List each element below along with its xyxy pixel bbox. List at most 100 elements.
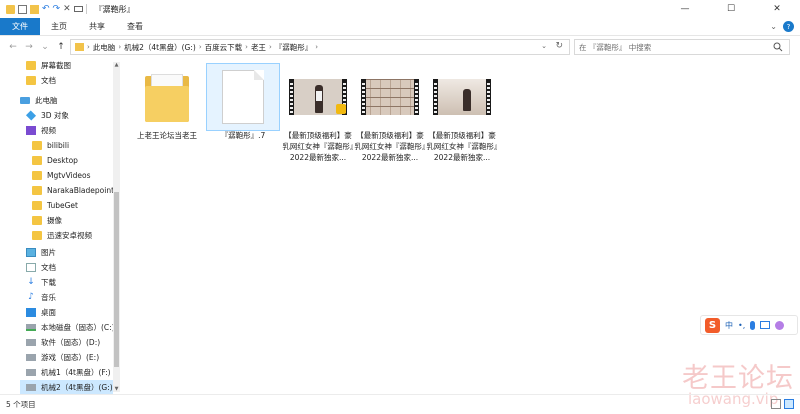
ribbon-collapse-icon[interactable]: ⌄ (770, 22, 777, 31)
microphone-icon[interactable] (750, 320, 756, 330)
title-bar: ↶ ↷ ✕ 『潺鞄彤』 — ☐ ✕ (0, 0, 800, 18)
scrollbar-thumb[interactable] (114, 192, 119, 367)
sidebar-item-bilibili[interactable]: bilibili (32, 138, 69, 153)
sidebar-item-videos[interactable]: 视频 (26, 123, 56, 138)
scroll-up-icon[interactable]: ▲ (113, 62, 120, 68)
file-name: 【最新顶级福利】豪乳网红女神『潺鞄彤』2022最新独家... (426, 131, 498, 162)
3d-objects-icon (25, 110, 37, 121)
status-bar: 5 个项目 (0, 394, 800, 414)
drive-icon (26, 339, 36, 346)
folder-thumbnail (131, 64, 203, 130)
drive-icon (26, 324, 36, 331)
view-switcher (771, 399, 794, 409)
sidebar-item-narakabladepoint[interactable]: NarakaBladepoint (32, 183, 114, 198)
sidebar-item-desktop-folder[interactable]: Desktop (32, 153, 78, 168)
help-icon[interactable]: ? (783, 21, 794, 32)
sidebar-item-drive-g[interactable]: 机械2（4t黑盘）(G:) (20, 380, 113, 394)
sidebar-item-downloads[interactable]: ↓ 下载 (26, 275, 56, 290)
sidebar-item-3d-objects[interactable]: 3D 对象 (25, 108, 69, 123)
breadcrumb-separator[interactable]: › (269, 43, 272, 51)
details-view-icon[interactable] (771, 399, 781, 409)
recent-locations-icon[interactable]: ⌄ (38, 42, 52, 52)
rename-icon[interactable] (73, 6, 83, 12)
breadcrumb-separator[interactable]: › (245, 43, 248, 51)
drive-icon (26, 384, 36, 391)
sidebar-item-label: 此电脑 (35, 96, 58, 105)
sidebar-item-label: 下载 (41, 278, 56, 287)
tab-file[interactable]: 文件 (0, 18, 40, 35)
search-box[interactable]: 在 『潺鞄彤』 中搜索 (574, 39, 790, 55)
computer-icon (20, 97, 30, 104)
sidebar-item-drive-e[interactable]: 游戏（固态）(E:) (26, 350, 99, 365)
sidebar-item-label: 游戏（固态）(E:) (41, 353, 100, 362)
address-bar[interactable]: › 此电脑 › 机械2（4t黑盘）(G:) › 百度云下载 › 老王 › 『潺鞄… (70, 39, 570, 55)
sidebar-item-drive-c[interactable]: 本地磁盘（固态）(C:) (26, 320, 115, 335)
sidebar-item-desktop[interactable]: 桌面 (26, 305, 56, 320)
properties-icon[interactable] (18, 4, 27, 14)
breadcrumb-separator[interactable]: › (199, 43, 202, 51)
back-button[interactable]: ← (6, 42, 20, 52)
sidebar-item-camera[interactable]: 摄像 (32, 213, 62, 228)
up-button[interactable]: ↑ (54, 42, 68, 52)
separator (85, 4, 87, 14)
breadcrumb-baidu-download[interactable]: 百度云下载 (205, 42, 243, 53)
folder-icon (32, 156, 42, 165)
breadcrumb-drive-g[interactable]: 机械2（4t黑盘）(G:) (124, 42, 196, 53)
sidebar-item-mgtvvideos[interactable]: MgtvVideos (32, 168, 91, 183)
folder-icon (32, 216, 42, 225)
sidebar-item-label: 机械1（4t黑盘）(F:) (41, 368, 111, 377)
delete-icon[interactable]: ✕ (63, 4, 71, 14)
sidebar-item-documents[interactable]: 文档 (26, 260, 56, 275)
file-thumbnail (206, 63, 280, 131)
maximize-button[interactable]: ☐ (708, 0, 754, 18)
ribbon-right: ⌄ ? (770, 21, 794, 32)
sidebar-item-android-videos[interactable]: 迅速安卓视频 (32, 228, 92, 243)
address-dropdown-icon[interactable]: ⌄ (541, 42, 547, 50)
tab-view[interactable]: 查看 (116, 18, 154, 35)
tab-share[interactable]: 共享 (78, 18, 116, 35)
search-input[interactable]: 在 『潺鞄彤』 中搜索 (579, 42, 651, 53)
documents-icon (26, 263, 36, 272)
sidebar-item-documents-pinned[interactable]: 文档 (26, 73, 56, 88)
skin-icon[interactable] (775, 320, 785, 330)
sidebar-scrollbar[interactable]: ▲ ▼ (113, 62, 120, 392)
sidebar-item-pictures[interactable]: 图片 (26, 245, 56, 260)
music-icon: ♪ (28, 292, 34, 302)
search-icon (773, 42, 783, 52)
sidebar-item-drive-f[interactable]: 机械1（4t黑盘）(F:) (26, 365, 111, 380)
quick-access-toolbar: ↶ ↷ ✕ (0, 4, 87, 14)
minimize-button[interactable]: — (662, 0, 708, 18)
redo-icon[interactable]: ↷ (53, 4, 61, 14)
new-folder-icon[interactable] (30, 4, 39, 14)
tab-home[interactable]: 主页 (40, 18, 78, 35)
sidebar-item-this-pc[interactable]: 此电脑 (20, 93, 58, 108)
sidebar-item-music[interactable]: ♪ 音乐 (26, 290, 56, 305)
undo-icon[interactable]: ↶ (42, 4, 50, 14)
folder-icon (32, 141, 42, 150)
blank-file-icon (222, 70, 264, 124)
sogou-logo-icon[interactable]: S (705, 317, 720, 333)
folder-icon (32, 201, 42, 210)
refresh-icon[interactable]: ↻ (555, 41, 563, 51)
sidebar-item-label: 屏幕截图 (41, 61, 71, 70)
folder-icon (32, 171, 42, 180)
folder-icon (26, 61, 36, 70)
sidebar-item-tubeget[interactable]: TubeGet (32, 198, 78, 213)
breadcrumb-this-pc[interactable]: 此电脑 (93, 42, 116, 53)
breadcrumb-separator[interactable]: › (315, 43, 318, 51)
sidebar-item-label: 迅速安卓视频 (47, 231, 92, 240)
scroll-down-icon[interactable]: ▼ (113, 386, 120, 392)
large-icons-view-icon[interactable] (784, 399, 794, 409)
ime-toolbar[interactable]: S 中 •, (700, 315, 798, 335)
sidebar-item-screenshots[interactable]: 屏幕截图 (26, 58, 71, 73)
ime-language-toggle[interactable]: 中 (725, 320, 733, 331)
forward-button[interactable]: → (22, 42, 36, 52)
ime-punctuation-toggle[interactable]: •, (738, 321, 745, 330)
keyboard-icon[interactable] (760, 321, 771, 329)
breadcrumb-separator[interactable]: › (118, 43, 121, 51)
breadcrumb-laowang[interactable]: 老王 (251, 42, 266, 53)
sidebar-item-drive-d[interactable]: 软件（固态）(D:) (26, 335, 100, 350)
breadcrumb-current-folder[interactable]: 『潺鞄彤』 (275, 42, 313, 53)
file-name: 『潺鞄彤』.7 (220, 131, 266, 140)
close-button[interactable]: ✕ (754, 0, 800, 18)
